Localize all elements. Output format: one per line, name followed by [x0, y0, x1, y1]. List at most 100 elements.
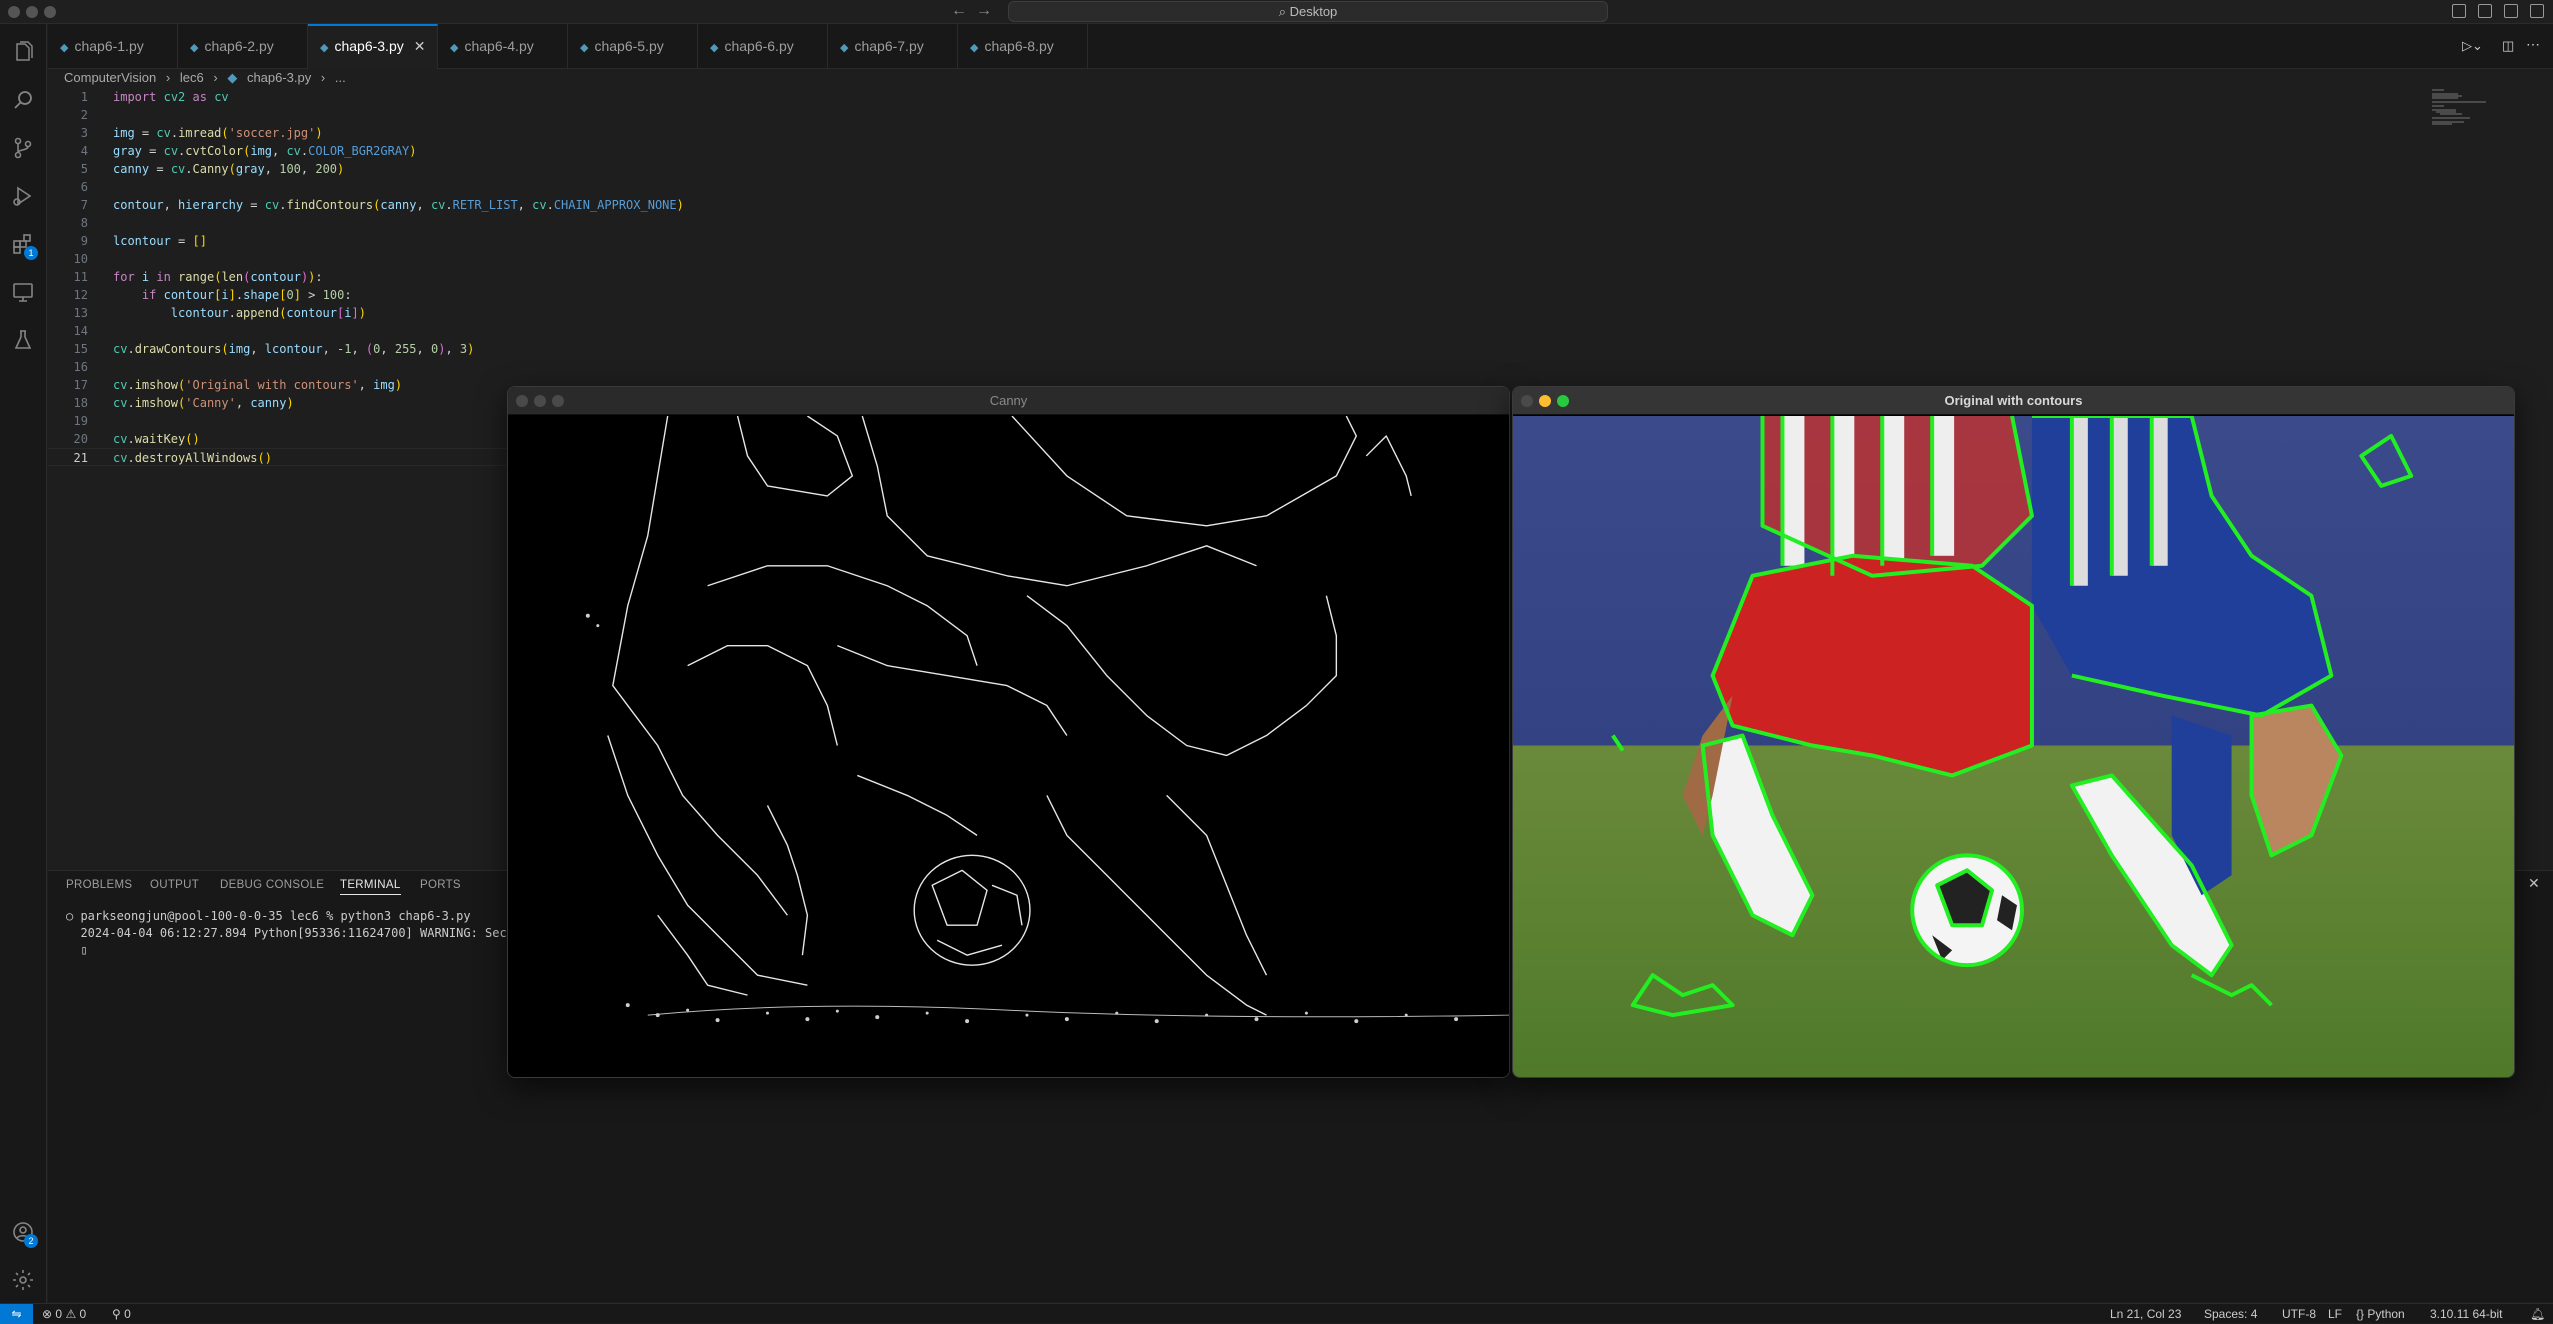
window-minimize-button[interactable] [26, 6, 38, 18]
code-line[interactable]: lcontour = [] [113, 232, 207, 250]
window-minimize-button[interactable] [534, 395, 546, 407]
breadcrumb: ComputerVision › lec6 › ◆ chap6-3.py › .… [64, 68, 352, 88]
antenna-icon: ⚲ [112, 1307, 121, 1321]
encoding-status[interactable]: UTF-8 [2282, 1304, 2316, 1324]
code-line[interactable]: cv.drawContours(img, lcontour, -1, (0, 2… [113, 340, 474, 358]
python-file-icon: ◆ [710, 42, 719, 54]
tab-chap6-1[interactable]: ◆ chap6-1.py [48, 24, 178, 69]
code-line[interactable]: cv.destroyAllWindows() [113, 449, 272, 467]
notifications-bell-icon[interactable]: 🔔︎ [2530, 1304, 2545, 1324]
window-close-button[interactable] [1521, 395, 1533, 407]
testing-flask-icon[interactable] [10, 328, 36, 354]
minimap[interactable] [2430, 88, 2490, 128]
soccer-photo-with-contours [1513, 416, 2514, 1077]
line-number: 12 [73, 288, 88, 302]
tab-chap6-7[interactable]: ◆ chap6-7.py [828, 24, 958, 69]
customize-layout-icon[interactable] [2530, 4, 2544, 18]
toggle-panel-icon[interactable] [2478, 4, 2492, 18]
window-zoom-button[interactable] [552, 395, 564, 407]
toggle-sidebar-icon[interactable] [2452, 4, 2466, 18]
extensions-icon[interactable]: 1 [10, 232, 38, 260]
terminal-line[interactable]: ○ parkseongjun@pool-100-0-0-35 lec6 % py… [66, 909, 471, 923]
line-number: 16 [73, 360, 88, 374]
tab-chap6-5[interactable]: ◆ chap6-5.py [568, 24, 698, 69]
python-interpreter-status[interactable]: 3.10.11 64-bit [2430, 1304, 2503, 1324]
command-center-search[interactable]: ⌕ Desktop [1008, 1, 1608, 22]
breadcrumb-file[interactable]: chap6-3.py [247, 70, 311, 85]
window-zoom-button[interactable] [44, 6, 56, 18]
terminal-line[interactable]: 2024-04-04 06:12:27.894 Python[95336:116… [66, 926, 528, 940]
close-panel-icon[interactable]: ✕ [2528, 875, 2540, 892]
code-line[interactable]: cv.imshow('Original with contours', img) [113, 376, 402, 394]
line-number: 4 [80, 144, 88, 158]
breadcrumb-separator: › [165, 70, 171, 85]
close-tab-icon[interactable]: ✕ [414, 38, 426, 54]
panel-tab-problems[interactable]: PROBLEMS [66, 879, 132, 891]
code-line[interactable]: gray = cv.cvtColor(img, cv.COLOR_BGR2GRA… [113, 142, 417, 160]
eol-status[interactable]: LF [2328, 1304, 2342, 1324]
indentation-status[interactable]: Spaces: 4 [2204, 1304, 2257, 1324]
search-icon[interactable] [10, 88, 36, 114]
line-number: 11 [73, 270, 88, 284]
line-number: 1 [80, 90, 88, 104]
ports-count: 0 [124, 1307, 131, 1321]
back-arrow-icon[interactable]: ← [951, 2, 967, 20]
editor-tab-bar: ◆ chap6-1.py ◆ chap6-2.py ◆ chap6-3.py ✕ ◆ ch… [48, 24, 2553, 69]
explorer-icon[interactable] [10, 40, 36, 66]
code-line[interactable]: img = cv.imread('soccer.jpg') [113, 124, 323, 142]
code-line[interactable]: if contour[i].shape[0] > 100: [113, 286, 352, 304]
code-line[interactable]: lcontour.append(contour[i]) [113, 304, 366, 322]
extensions-badge: 1 [24, 246, 38, 260]
remote-explorer-icon[interactable] [10, 280, 36, 306]
remote-indicator-icon[interactable]: ⇋ [0, 1304, 33, 1324]
ports-status[interactable]: ⚲ 0 [112, 1304, 131, 1324]
original-window-titlebar[interactable]: Original with contours [1513, 387, 2514, 415]
tab-chap6-8[interactable]: ◆ chap6-8.py [958, 24, 1088, 69]
panel-tab-ports[interactable]: PORTS [420, 879, 461, 891]
problems-status[interactable]: ⊗ 0 ⚠ 0 [42, 1304, 86, 1324]
panel-tab-terminal[interactable]: TERMINAL [340, 879, 401, 895]
window-zoom-button[interactable] [1557, 395, 1569, 407]
tab-chap6-6[interactable]: ◆ chap6-6.py [698, 24, 828, 69]
language-label: Python [2367, 1307, 2405, 1321]
run-python-file-icon[interactable]: ▷⌄ [2462, 38, 2483, 54]
code-line[interactable]: cv.imshow('Canny', canny) [113, 394, 294, 412]
tab-chap6-2[interactable]: ◆ chap6-2.py [178, 24, 308, 69]
forward-arrow-icon[interactable]: → [976, 2, 992, 20]
breadcrumb-folder[interactable]: lec6 [180, 70, 204, 85]
run-debug-icon[interactable] [10, 184, 36, 210]
window-close-button[interactable] [516, 395, 528, 407]
accounts-icon[interactable]: 2 [10, 1220, 38, 1248]
cursor-position[interactable]: Ln 21, Col 23 [2110, 1304, 2181, 1324]
terminal-cursor[interactable]: ▯ [66, 943, 87, 957]
tab-chap6-4[interactable]: ◆ chap6-4.py [438, 24, 568, 69]
python-file-icon: ◆ [840, 42, 849, 54]
source-control-icon[interactable] [10, 136, 36, 162]
code-line[interactable]: canny = cv.Canny(gray, 100, 200) [113, 160, 344, 178]
window-minimize-button[interactable] [1539, 395, 1551, 407]
tab-label: chap6-8.py [984, 38, 1054, 54]
warning-count: 0 [79, 1307, 87, 1321]
code-line[interactable]: contour, hierarchy = cv.findContours(can… [113, 196, 684, 214]
code-line[interactable]: import cv2 as cv [113, 88, 229, 106]
canny-window-titlebar[interactable]: Canny [508, 387, 1509, 415]
breadcrumb-folder[interactable]: ComputerVision [64, 70, 156, 85]
tab-chap6-3[interactable]: ◆ chap6-3.py ✕ [308, 24, 438, 69]
window-close-button[interactable] [8, 6, 20, 18]
canny-window[interactable]: Canny [507, 386, 1510, 1078]
panel-tab-output[interactable]: OUTPUT [150, 879, 199, 891]
split-editor-icon[interactable]: ◫ [2502, 38, 2514, 54]
more-actions-icon[interactable]: ⋯ [2526, 36, 2540, 53]
tab-label: chap6-3.py [334, 38, 404, 54]
python-file-icon: ◆ [450, 42, 459, 54]
line-number: 20 [73, 432, 88, 446]
original-with-contours-window[interactable]: Original with contours [1512, 386, 2515, 1078]
settings-gear-icon[interactable] [10, 1268, 36, 1294]
language-status[interactable]: {} Python [2356, 1304, 2405, 1324]
toggle-secondary-sidebar-icon[interactable] [2504, 4, 2518, 18]
code-line[interactable]: for i in range(len(contour)): [113, 268, 323, 286]
code-line[interactable]: cv.waitKey() [113, 430, 200, 448]
panel-tab-debug-console[interactable]: DEBUG CONSOLE [220, 879, 324, 891]
breadcrumb-symbol[interactable]: ... [335, 70, 346, 85]
error-icon: ⊗ [42, 1307, 53, 1321]
